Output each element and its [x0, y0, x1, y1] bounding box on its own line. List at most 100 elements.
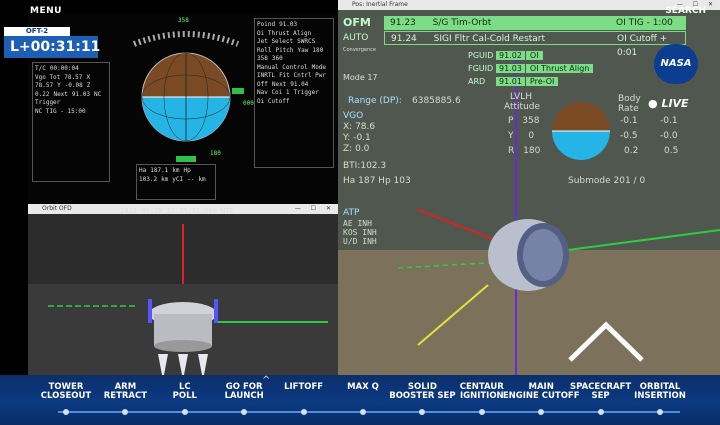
milestone-label[interactable]: CENTAUR IGNITION	[460, 383, 504, 401]
right-readout-item: 91.04	[290, 80, 309, 88]
left-readout-item: Y	[57, 82, 61, 89]
milestone-line: MAX Q	[347, 382, 379, 392]
vgo-z: Z: 0.0	[343, 144, 370, 154]
orbit-readout-item: Hp	[183, 167, 191, 174]
milestone-label[interactable]: SOLID BOOSTER SEP	[389, 383, 455, 401]
vgo-y-value: -0.1	[353, 133, 371, 143]
right-readout-item: 180	[312, 46, 324, 54]
window-controls[interactable]: — ☐ ✕	[295, 204, 335, 214]
ha-hp-label: Ha 187 Hp 103	[343, 176, 411, 186]
lvlh-label: LVLH	[510, 92, 532, 102]
left-readout-item: X	[86, 73, 90, 81]
orbit-readout-item: km	[198, 175, 206, 183]
right-readout-item: Off	[257, 80, 268, 88]
milestone-dot	[181, 409, 188, 415]
left-readout-item: 0.22	[35, 90, 50, 98]
range-value: 6385885.6	[412, 96, 461, 106]
atp-label: ATP	[343, 208, 360, 218]
orbit-readout-item: km	[161, 175, 169, 183]
rate-b-2: 0.5	[664, 146, 679, 156]
search-button[interactable]: SEARCH	[665, 6, 706, 16]
guidance-rows: PGUID 91.02 OI FGUID 91.03 OI Thrust Align ARD…	[468, 50, 658, 89]
menu-button[interactable]: MENU	[30, 6, 62, 16]
right-readout-item: 360	[271, 55, 283, 62]
milestone-dot	[122, 409, 129, 415]
milestone-dot	[241, 409, 248, 415]
orbit-readout-item: km	[172, 167, 180, 174]
milestone-line: CLOSEOUT	[40, 391, 92, 401]
bti-label: BTI:102.3	[343, 161, 387, 171]
milestone-label[interactable]: MAIN ENGINE CUTOFF	[503, 383, 580, 401]
right-readout-item: Oi Cutoff	[257, 97, 290, 105]
left-readout-item: 78.57	[64, 73, 83, 81]
att-y-value: 0	[528, 131, 535, 141]
right-readout-item: 358	[257, 55, 268, 62]
guidance-row[interactable]: FGUID 91.03 OI Thrust Align	[468, 63, 658, 75]
milestone-dot	[597, 409, 604, 415]
milestone-label[interactable]: LC POLL	[173, 383, 197, 401]
milestone-line: INSERTION	[634, 391, 686, 401]
milestone-label[interactable]: MAX Q	[347, 383, 379, 392]
attitude-label: Attitude	[504, 102, 541, 112]
vgo-y: Y: -0.1	[343, 133, 371, 143]
ofm-row-2[interactable]: 91.24 SIGI Fltr Cal-Cold Restart OI Cuto…	[384, 31, 686, 58]
right-readout-item: Nav Coi 1	[257, 89, 290, 96]
right-readout: Poind 91.03Oi Thrust AlignJet Select SWRCS…	[254, 18, 334, 168]
mini-attitude-ball	[552, 102, 610, 160]
orbit-view-panel: Orbit OFD — ☐ ✕ 2022-05-19 23:25:51.000 U…	[28, 204, 338, 380]
att-r: R 180	[508, 146, 541, 156]
auto-label: AUTO	[343, 33, 369, 43]
milestone-dot	[419, 409, 426, 415]
right-readout-item: Mode	[311, 63, 327, 71]
guidance-label: ARD	[468, 77, 486, 86]
rate-a-2: 0.2	[624, 146, 639, 156]
guidance-code: 91.01	[496, 77, 525, 86]
milestone-label[interactable]: ARM RETRACT	[104, 383, 147, 401]
guidance-label: FGUID	[468, 64, 494, 73]
left-readout-item: -0.08	[64, 82, 83, 89]
milestone-line: POLL	[172, 391, 197, 401]
spacecraft-view	[28, 214, 338, 380]
guidance-row[interactable]: ARD 91.01 Pre-OI	[468, 76, 658, 88]
milestone-label[interactable]: SPACECRAFT SEP	[570, 383, 631, 401]
guidance-row[interactable]: PGUID 91.02 OI	[468, 50, 658, 62]
window-title: Orbit OFD	[42, 205, 72, 212]
milestone-label[interactable]: TOWER CLOSEOUT	[41, 383, 91, 401]
guidance-label: PGUID	[468, 51, 494, 60]
tape-label-top: 358	[178, 17, 189, 24]
tape-label-right: 000	[243, 100, 254, 107]
right-readout-item: Next	[271, 80, 287, 88]
att-y: Y 0	[508, 131, 535, 141]
vgo-x: X: 78.6	[343, 122, 376, 132]
orbit-readout-item: 103.2	[139, 175, 158, 183]
left-readout-item: Trigger	[35, 99, 61, 106]
orbit-readout-item: 187.1	[150, 167, 169, 174]
orbit-readout-item: Ha	[139, 167, 147, 174]
right-readout-item: Pitch	[275, 46, 294, 54]
milestone-label[interactable]: LIFTOFF	[284, 383, 323, 392]
ofm-row-1[interactable]: 91.23 S/G Tim-Orbt OI TIG - 1:00	[384, 16, 686, 30]
live-label: LIVE	[661, 97, 689, 110]
mission-tag: OFT-2	[4, 27, 70, 36]
guidance-name: Pre-OI	[525, 77, 559, 86]
ofm-label: OFM	[343, 16, 371, 29]
right-readout-item: Yaw	[297, 46, 309, 54]
vgo-label: VGO	[343, 111, 364, 121]
orbit-readout: Ha 187.1 km Hp103.2 km yCI -- km	[136, 164, 216, 200]
convergence-label: Convergence	[343, 47, 376, 53]
right-readout-item: Oi Thrust Align	[257, 29, 312, 37]
mission-elapsed-time: L+00:31:11	[4, 36, 100, 58]
atp-row-1: KOS INH	[343, 228, 377, 237]
milestone-label[interactable]: GO FOR LAUNCH	[225, 383, 264, 401]
guidance-code: 91.02	[496, 51, 525, 60]
left-readout-item: 00:00:04	[49, 65, 79, 72]
milestone-line: ENGINE CUTOFF	[502, 391, 580, 401]
milestone-line: RETRACT	[103, 391, 148, 401]
orbit-readout-item: --	[187, 175, 195, 183]
left-readout: T/C 00:00:04Vgo Tot 78.57 X78.57 Y -0.08 Z0.22…	[32, 62, 110, 182]
rate-a-0: -0.1	[620, 116, 638, 126]
flight-data-panel: Pos: Inertial Frame — ☐ ✕ OFM AUTO 91.23 …	[338, 0, 720, 380]
body-rate-label-2: Rate	[618, 104, 639, 114]
right-readout-item: Roll	[257, 46, 272, 54]
milestone-label[interactable]: ORBITAL INSERTION	[634, 383, 686, 401]
